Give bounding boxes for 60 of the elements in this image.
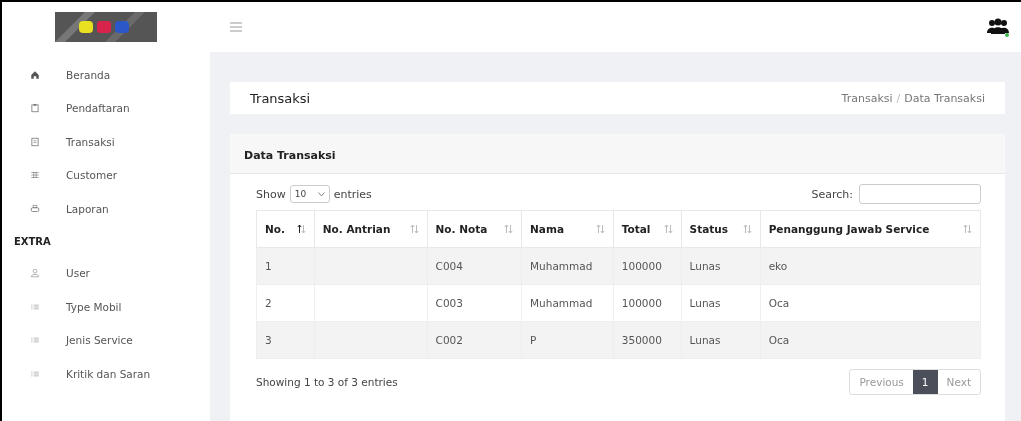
search-field[interactable] xyxy=(859,184,981,204)
menu-icon[interactable] xyxy=(230,22,242,32)
table-cell: C002 xyxy=(427,321,522,359)
table-cell: 2 xyxy=(256,284,315,322)
chevron-down-icon xyxy=(317,191,325,197)
column-header[interactable]: No. xyxy=(256,210,315,248)
sidebar-item[interactable]: Transaksi xyxy=(2,125,210,159)
table-cell: Lunas xyxy=(681,247,761,285)
list-icon xyxy=(30,301,40,312)
clipboard-icon xyxy=(30,103,40,114)
sidebar-item[interactable]: Beranda xyxy=(2,58,210,92)
table-cell: 3 xyxy=(256,321,315,359)
sort-icon[interactable] xyxy=(296,224,306,234)
table-cell: Muhammad xyxy=(521,247,614,285)
printer-icon xyxy=(30,203,40,214)
grid-icon xyxy=(30,170,40,181)
sidebar-item[interactable]: Kritik dan Saran xyxy=(2,357,210,391)
doc-icon xyxy=(30,136,40,147)
sidebar-item[interactable]: User xyxy=(2,256,210,290)
table-cell: Muhammad xyxy=(521,284,614,322)
home-icon xyxy=(30,69,40,80)
table-cell: P xyxy=(521,321,614,359)
table-cell: C004 xyxy=(427,247,522,285)
table-cell: Oca xyxy=(760,284,981,322)
column-header[interactable]: Nama xyxy=(521,210,614,248)
table-cell: eko xyxy=(760,247,981,285)
table-cell: 100000 xyxy=(613,284,682,322)
table-cell: C003 xyxy=(427,284,522,322)
column-header[interactable]: Penanggung Jawab Service xyxy=(760,210,981,248)
section-heading: EXTRA xyxy=(13,234,52,249)
table-info: Showing 1 to 3 of 3 entries xyxy=(256,376,398,388)
sidebar-item[interactable]: Laporan xyxy=(2,192,210,226)
page-length-select[interactable]: 10 xyxy=(289,185,330,203)
column-header[interactable]: Total xyxy=(613,210,682,248)
table-cell: 350000 xyxy=(613,321,682,359)
column-header[interactable]: No. Nota xyxy=(427,210,522,248)
table-cell: Lunas xyxy=(681,321,761,359)
sidebar-item[interactable]: Customer xyxy=(2,158,210,192)
entries-label: entries xyxy=(333,187,372,201)
column-header[interactable]: No. Antrian xyxy=(314,210,428,248)
list-icon xyxy=(30,368,40,379)
card-title: Data Transaksi xyxy=(244,149,336,162)
column-header[interactable]: Status xyxy=(681,210,761,248)
table-cell: Oca xyxy=(760,321,981,359)
page-button[interactable]: 1 xyxy=(912,370,938,394)
sidebar-item[interactable]: Jenis Service xyxy=(2,323,210,357)
sidebar-item[interactable]: Pendaftaran xyxy=(2,91,210,125)
sidebar-item[interactable]: Type Mobil xyxy=(2,290,210,324)
table-cell: 100000 xyxy=(613,247,682,285)
breadcrumb-separator: / xyxy=(896,91,901,105)
table-cell: 1 xyxy=(256,247,315,285)
breadcrumb-item: Data Transaksi xyxy=(904,91,985,105)
table-cell: Lunas xyxy=(681,284,761,322)
search-label: Search: xyxy=(811,187,853,201)
users-icon[interactable] xyxy=(987,17,1009,37)
list-icon xyxy=(30,335,40,346)
breadcrumb-item[interactable]: Transaksi xyxy=(841,91,893,105)
user-icon xyxy=(30,268,40,279)
show-label: Show xyxy=(256,187,286,201)
page-title: Transaksi xyxy=(250,90,311,106)
